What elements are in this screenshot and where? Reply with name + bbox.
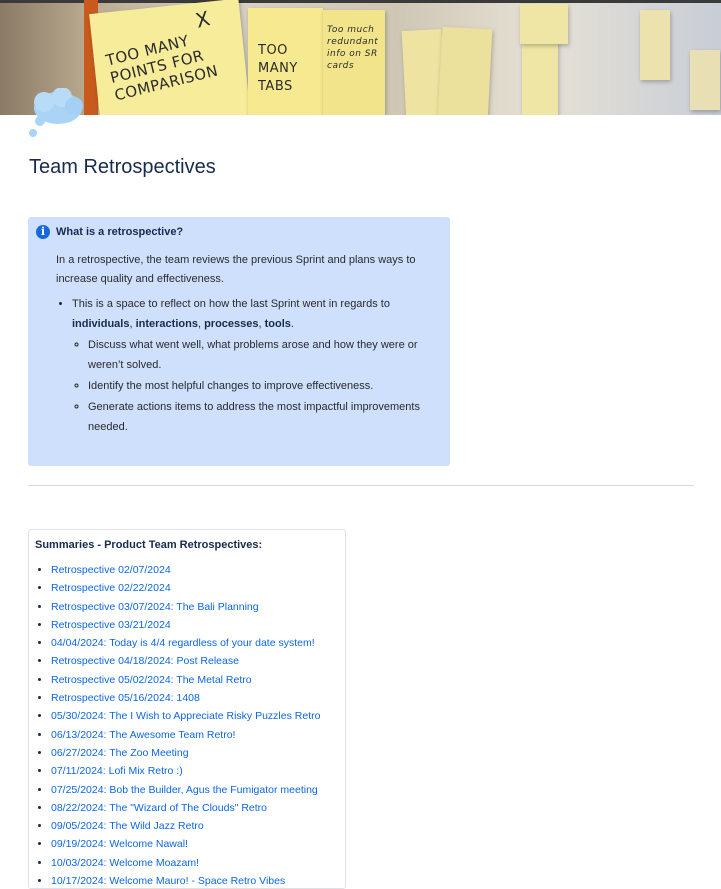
page-title: Team Retrospectives xyxy=(29,156,216,178)
list-item: 10/03/2024: Welcome Moazam! xyxy=(51,854,345,872)
bullet-text: This is a space to reflect on how the la… xyxy=(72,298,390,310)
retro-link[interactable]: Retrospective 02/07/2024 xyxy=(51,564,171,576)
sticky-note: TOO MANY TABS xyxy=(248,8,323,115)
list-item: 07/11/2024: Lofi Mix Retro :) xyxy=(51,762,345,780)
list-item: Retrospective 03/21/2024 xyxy=(51,616,345,634)
info-panel: i What is a retrospective? In a retrospe… xyxy=(28,217,450,466)
retro-link[interactable]: 10/17/2024: Welcome Mauro! - Space Retro… xyxy=(51,875,285,887)
retro-link[interactable]: 06/27/2024: The Zoo Meeting xyxy=(51,747,189,759)
list-item: Generate actions items to address the mo… xyxy=(88,397,442,437)
list-item: 06/13/2024: The Awesome Team Retro! xyxy=(51,726,345,744)
banner-top-edge xyxy=(0,0,721,3)
retro-link[interactable]: 07/25/2024: Bob the Builder, Agus the Fu… xyxy=(51,784,318,796)
info-circle-icon: i xyxy=(36,225,50,239)
list-item: 04/04/2024: Today is 4/4 regardless of y… xyxy=(51,634,345,652)
list-item: 09/05/2024: The Wild Jazz Retro xyxy=(51,817,345,835)
retro-link[interactable]: 10/03/2024: Welcome Moazam! xyxy=(51,857,199,869)
sticky-note xyxy=(437,26,493,115)
sticky-note-text: TOO MANY TABS xyxy=(258,43,298,94)
list-item: Retrospective 04/18/2024: Post Release xyxy=(51,652,345,670)
thought-balloon-icon[interactable] xyxy=(28,87,84,140)
retro-link[interactable]: 09/05/2024: The Wild Jazz Retro xyxy=(51,820,204,832)
info-bullet-list: This is a space to reflect on how the la… xyxy=(56,294,442,437)
term-tools: tools xyxy=(264,318,291,330)
list-item: 06/27/2024: The Zoo Meeting xyxy=(51,744,345,762)
sticky-note-text: Too much redundant info on SR cards xyxy=(327,25,379,71)
list-item: 09/19/2024: Welcome Nawal! xyxy=(51,835,345,853)
retro-link[interactable]: Retrospective 02/22/2024 xyxy=(51,582,171,594)
period: . xyxy=(290,318,294,330)
list-item: 10/17/2024: Welcome Mauro! - Space Retro… xyxy=(51,872,345,888)
list-item: 07/25/2024: Bob the Builder, Agus the Fu… xyxy=(51,781,345,799)
list-item: Retrospective 05/02/2024: The Metal Retr… xyxy=(51,671,345,689)
term-interactions: interactions xyxy=(135,318,198,330)
retro-link[interactable]: 07/11/2024: Lofi Mix Retro :) xyxy=(51,765,183,777)
sticky-note xyxy=(640,10,670,80)
sticky-note xyxy=(690,50,720,110)
retro-link[interactable]: 04/04/2024: Today is 4/4 regardless of y… xyxy=(51,637,315,649)
list-item: 05/30/2024: The I Wish to Appreciate Ris… xyxy=(51,707,345,725)
info-panel-heading: What is a retrospective? xyxy=(56,226,184,238)
sticky-note xyxy=(520,4,568,44)
retro-link[interactable]: 09/19/2024: Welcome Nawal! xyxy=(51,838,188,850)
list-item: Retrospective 05/16/2024: 1408 xyxy=(51,689,345,707)
list-item: Retrospective 03/07/2024: The Bali Plann… xyxy=(51,598,345,616)
sticky-note: X TOO MANY POINTS FOR COMPARISON xyxy=(89,0,251,115)
retro-link[interactable]: 05/30/2024: The I Wish to Appreciate Ris… xyxy=(51,710,320,722)
retro-link[interactable]: Retrospective 03/21/2024 xyxy=(51,619,171,631)
list-item: Identify the most helpful changes to imp… xyxy=(88,376,442,396)
term-processes: processes xyxy=(204,318,259,330)
retro-link[interactable]: Retrospective 04/18/2024: Post Release xyxy=(51,655,239,667)
list-item: Discuss what went well, what problems ar… xyxy=(88,335,442,375)
retro-link[interactable]: 08/22/2024: The "Wizard of The Clouds" R… xyxy=(51,802,267,814)
info-sub-list: Discuss what went well, what problems ar… xyxy=(72,335,442,437)
retrospective-link-list: Retrospective 02/07/2024 Retrospective 0… xyxy=(35,561,345,888)
list-item: This is a space to reflect on how the la… xyxy=(72,294,442,437)
retro-link[interactable]: Retrospective 05/16/2024: 1408 xyxy=(51,692,200,704)
sticky-note: Too much redundant info on SR cards xyxy=(323,10,385,115)
term-individuals: individuals xyxy=(72,318,130,330)
retro-link[interactable]: Retrospective 05/02/2024: The Metal Retr… xyxy=(51,674,252,686)
retro-link[interactable]: 06/13/2024: The Awesome Team Retro! xyxy=(51,729,235,741)
retro-link[interactable]: Retrospective 03/07/2024: The Bali Plann… xyxy=(51,601,259,613)
info-panel-intro: In a retrospective, the team reviews the… xyxy=(56,254,416,285)
list-item: Retrospective 02/22/2024 xyxy=(51,579,345,597)
horizontal-divider xyxy=(28,485,694,486)
summaries-heading: Summaries - Product Team Retrospectives: xyxy=(35,539,263,551)
summaries-panel: Summaries - Product Team Retrospectives:… xyxy=(28,529,346,889)
header-banner-image: X TOO MANY POINTS FOR COMPARISON TOO MAN… xyxy=(0,0,721,115)
list-item: Retrospective 02/07/2024 xyxy=(51,561,345,579)
sticky-note xyxy=(522,40,558,115)
sticky-note-text: TOO MANY POINTS FOR COMPARISON xyxy=(104,31,220,105)
list-item: 08/22/2024: The "Wizard of The Clouds" R… xyxy=(51,799,345,817)
